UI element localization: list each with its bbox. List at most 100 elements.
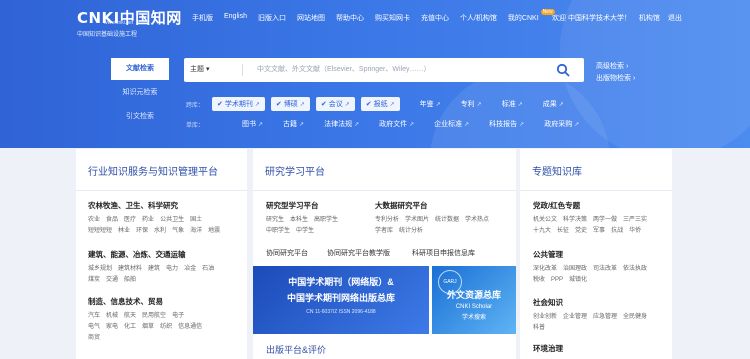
group-item[interactable]: 机械 (106, 313, 118, 319)
group-item[interactable]: 城镇化 (569, 277, 587, 283)
nav-my-cnki[interactable]: 我的CNKI New (508, 9, 555, 23)
nav-mobile[interactable]: 手机版 (192, 13, 213, 23)
link-achievement[interactable]: 成果 ↗ (543, 99, 564, 109)
group-item[interactable]: 化工 (124, 324, 136, 330)
link-ancient-books[interactable]: 古籍 ↗ (283, 119, 304, 129)
group-item[interactable]: 纺织 (160, 324, 172, 330)
group-title[interactable]: 环境治理 (533, 343, 668, 354)
advanced-search-link[interactable]: 高级检索 › (596, 61, 628, 71)
link-yearbook[interactable]: 年鉴 ↗ (420, 99, 441, 109)
nav-old-version[interactable]: 旧版入口 (258, 13, 286, 23)
search-input[interactable]: 中文文献、外文文献（Elsevier、Springer、Wiley……） (257, 58, 430, 82)
group-item[interactable]: 司法改革 (593, 266, 617, 272)
group-item[interactable]: 高职学生 (314, 217, 338, 223)
group-item[interactable]: 城乡规划 (88, 266, 112, 272)
link-project-db[interactable]: 科研项目申报信息库 (412, 248, 475, 258)
group-item[interactable]: 气象 (172, 228, 184, 234)
group-item[interactable]: 党史 (575, 228, 587, 234)
group-item[interactable]: 军事 (593, 228, 605, 234)
group-item[interactable]: 环保 (136, 228, 148, 234)
group-item[interactable]: 两学一做 (593, 217, 617, 223)
cnki-logo[interactable]: CNKI中国知网 www.cnki.net 中国知识基础设施工程 (77, 7, 182, 38)
chip-journal[interactable]: ✔ 学术期刊 ↗ (212, 97, 265, 111)
group-title[interactable]: 研究型学习平台 (266, 200, 371, 211)
link-enterprise-standard[interactable]: 企业标准 ↗ (434, 119, 469, 129)
link-collab-research[interactable]: 协同研究平台 (266, 248, 308, 258)
group-item[interactable]: 华侨 (629, 228, 641, 234)
group-item[interactable]: 公共卫生 (160, 217, 184, 223)
group-title[interactable]: 建筑、能源、冶炼、交通运输 (88, 249, 243, 260)
group-title[interactable]: 制造、信息技术、贸易 (88, 296, 243, 307)
tab-citation-search[interactable]: 引文检索 (111, 106, 169, 128)
group-item[interactable]: 农业 (88, 217, 100, 223)
group-item[interactable]: 电子 (172, 313, 184, 319)
chip-thesis[interactable]: ✔ 博硕 ↗ (270, 97, 310, 111)
group-item[interactable]: 中学生 (296, 228, 314, 234)
group-item[interactable]: 三严三实 (623, 217, 647, 223)
link-collab-teaching[interactable]: 协同研究平台教学版 (327, 248, 390, 258)
group-title[interactable]: 公共管理 (533, 249, 668, 260)
group-item[interactable]: 企业管理 (563, 314, 587, 320)
link-books[interactable]: 图书 ↗ (242, 119, 263, 129)
tab-document-search[interactable]: 文献检索 (111, 58, 169, 80)
group-item[interactable]: 学术热点 (465, 217, 489, 223)
group-item[interactable]: 建筑材料 (118, 266, 142, 272)
group-item[interactable]: 研究生 (266, 217, 284, 223)
group-item[interactable]: 机关公文 (533, 217, 557, 223)
nav-english[interactable]: English (224, 13, 247, 23)
group-item[interactable]: 全民健身 (623, 314, 647, 320)
nav-sitemap[interactable]: 网站地图 (297, 13, 325, 23)
foreign-resource-banner[interactable]: GARJ 外文资源总库 CNKI Scholar 学术搜索 (432, 266, 516, 334)
group-item[interactable]: 中职学生 (266, 228, 290, 234)
group-item[interactable]: 建筑 (148, 266, 160, 272)
group-item[interactable]: 水利 (154, 228, 166, 234)
group-title[interactable]: 农林牧渔、卫生、科学研究 (88, 200, 243, 211)
group-item[interactable]: 林业 (118, 228, 130, 234)
group-item[interactable]: 煤炭 (88, 277, 100, 283)
group-item[interactable]: 短短短短 (88, 228, 112, 234)
group-item[interactable]: 药业 (142, 217, 154, 223)
group-item[interactable]: PPP (551, 277, 563, 283)
link-gov-procurement[interactable]: 政府采购 ↗ (544, 119, 579, 129)
nav-recharge[interactable]: 充值中心 (421, 13, 449, 23)
group-item[interactable]: 税收 (533, 277, 545, 283)
group-item[interactable]: 十九大 (533, 228, 551, 234)
group-item[interactable]: 船舶 (124, 277, 136, 283)
group-item[interactable]: 抗战 (611, 228, 623, 234)
group-item[interactable]: 国土 (190, 217, 202, 223)
group-item[interactable]: 电气 (88, 324, 100, 330)
chip-newspaper[interactable]: ✔ 报纸 ↗ (360, 97, 400, 111)
group-item[interactable]: 本科生 (290, 217, 308, 223)
chip-conference[interactable]: ✔ 会议 ↗ (315, 97, 355, 111)
group-item[interactable]: 学者库 (375, 228, 393, 234)
group-item[interactable]: 医疗 (124, 217, 136, 223)
group-title[interactable]: 党政/红色专题 (533, 200, 668, 211)
group-item[interactable]: 地震 (208, 228, 220, 234)
search-field-select[interactable]: 主题 ▾ (190, 58, 209, 82)
link-laws[interactable]: 法律法规 ↗ (324, 119, 359, 129)
group-item[interactable]: 长征 (557, 228, 569, 234)
group-item[interactable]: 烟草 (142, 324, 154, 330)
logout-link[interactable]: 退出 (668, 15, 682, 22)
group-item[interactable]: 学术图片 (405, 217, 429, 223)
group-item[interactable]: 科学决策 (563, 217, 587, 223)
publication-search-link[interactable]: 出版物检索 › (596, 73, 635, 83)
link-tech-report[interactable]: 科技报告 ↗ (489, 119, 524, 129)
group-item[interactable]: 创业创新 (533, 314, 557, 320)
group-item[interactable]: 统计数据 (435, 217, 459, 223)
nav-buy-card[interactable]: 购买知网卡 (375, 13, 410, 23)
link-patent[interactable]: 专利 ↗ (461, 99, 482, 109)
group-item[interactable]: 汽车 (88, 313, 100, 319)
link-gov-docs[interactable]: 政府文件 ↗ (379, 119, 414, 129)
search-icon[interactable] (556, 63, 570, 77)
group-item[interactable]: 交通 (106, 277, 118, 283)
group-item[interactable]: 统计分析 (399, 228, 423, 234)
nav-help[interactable]: 帮助中心 (336, 13, 364, 23)
group-item[interactable]: 海洋 (190, 228, 202, 234)
group-item[interactable]: 食品 (106, 217, 118, 223)
journal-banner[interactable]: 中国学术期刊（网络版）& 中国学术期刊网络出版总库 CN 11-6037/Z I… (253, 266, 429, 334)
group-item[interactable]: 商贸 (88, 335, 100, 341)
group-item[interactable]: 信息通信 (178, 324, 202, 330)
group-item[interactable]: 航天 (124, 313, 136, 319)
group-item[interactable]: 应急管理 (593, 314, 617, 320)
